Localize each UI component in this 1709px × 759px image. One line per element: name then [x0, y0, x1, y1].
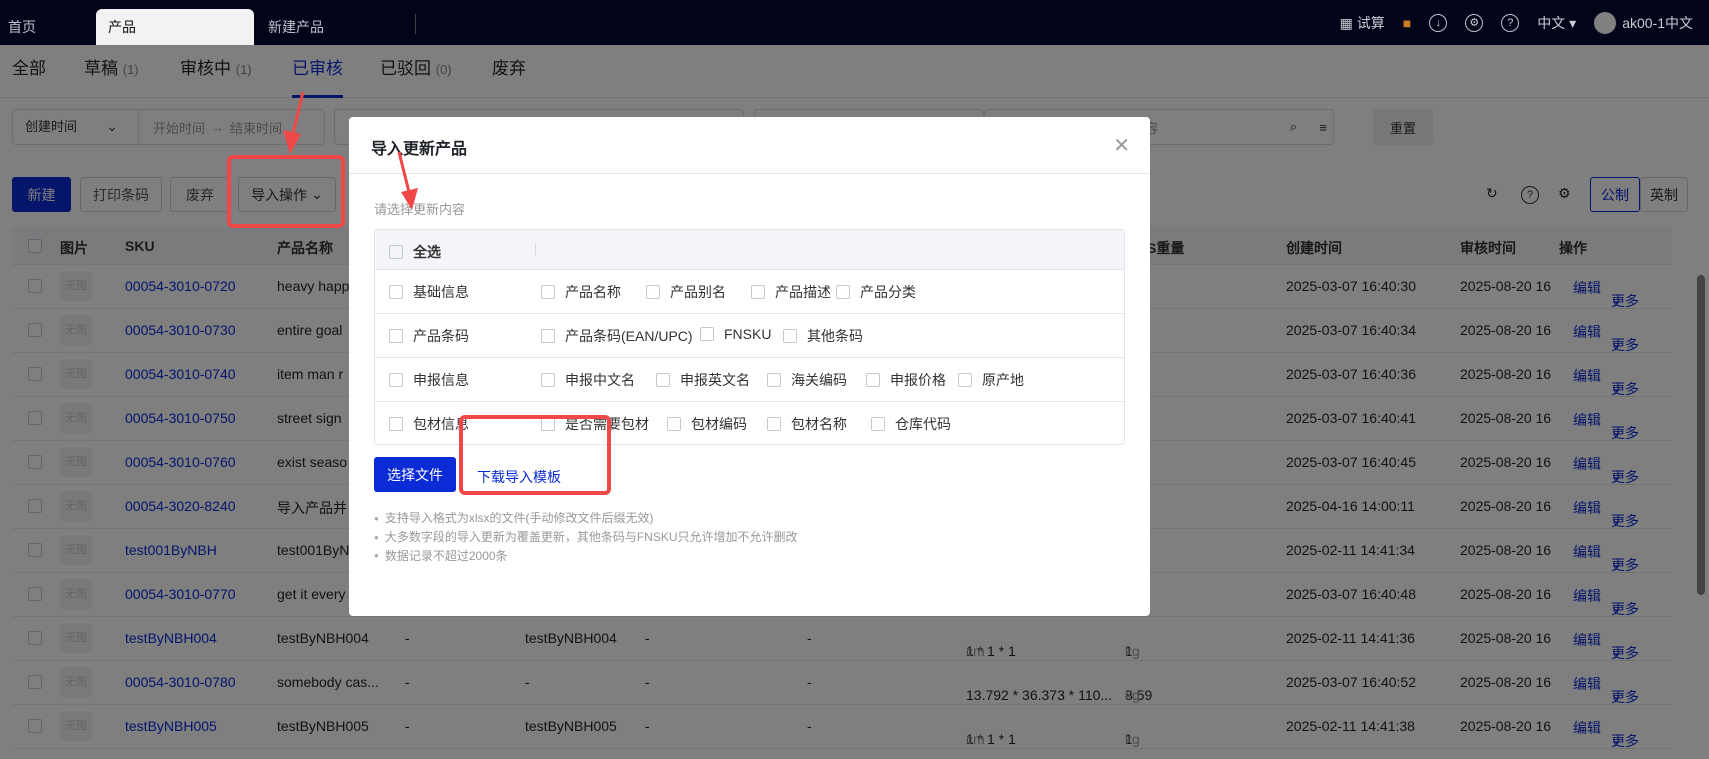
annotation-arrows [283, 91, 418, 210]
red-arrow [283, 91, 305, 154]
red-arrow [397, 151, 418, 210]
